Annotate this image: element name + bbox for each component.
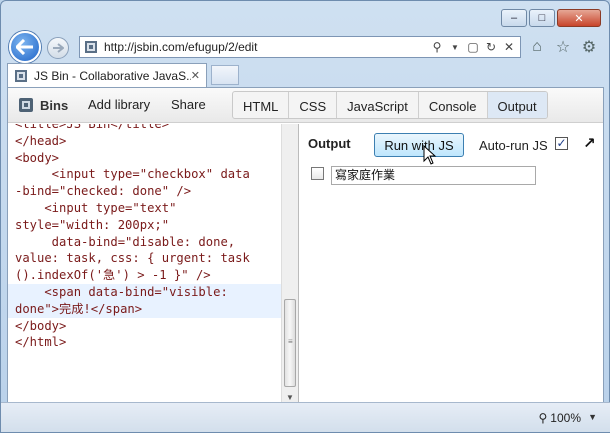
browser-window: – □ ✕ http://jsbin.com/efugup/2/edit ⚲ ▼… bbox=[0, 0, 610, 433]
window-caption-buttons: – □ ✕ bbox=[499, 9, 601, 27]
close-tab-icon[interactable]: ✕ bbox=[191, 69, 200, 82]
minimize-button[interactable]: – bbox=[501, 9, 527, 27]
code-line: <input type="checkbox" data bbox=[15, 167, 250, 182]
add-library-menu[interactable]: Add library bbox=[88, 97, 150, 112]
lock-icon: ▢ bbox=[467, 40, 479, 54]
task-input[interactable]: 寫家庭作業 bbox=[331, 166, 536, 185]
code-line: </body> bbox=[15, 318, 67, 333]
panel-tab-css[interactable]: CSS bbox=[289, 92, 338, 118]
home-icon[interactable]: ⌂ bbox=[527, 37, 547, 57]
popout-arrow-icon[interactable]: ↗ bbox=[583, 134, 596, 152]
search-icon[interactable]: ⚲ bbox=[429, 39, 445, 55]
code-line: </head> bbox=[15, 133, 67, 148]
output-label: Output bbox=[308, 136, 351, 151]
bins-label: Bins bbox=[40, 97, 69, 113]
code-line: -bind="checked: done" /> bbox=[15, 184, 192, 199]
autorun-label: Auto-run JS bbox=[479, 138, 548, 153]
panel-tab-javascript[interactable]: JavaScript bbox=[337, 92, 419, 118]
address-bar[interactable]: http://jsbin.com/efugup/2/edit ⚲ ▼ ▢ ↻ ✕ bbox=[79, 36, 521, 58]
tab-strip: JS Bin - Collaborative JavaS... ✕ bbox=[7, 63, 603, 87]
zoom-magnifier-icon: ⚲ bbox=[538, 411, 548, 425]
editor-scrollbar[interactable]: ≡ ▼ bbox=[281, 124, 298, 405]
code-line-active: <span data-bind="visible: bbox=[8, 283, 281, 301]
zoom-dropdown-icon[interactable]: ▼ bbox=[588, 412, 597, 422]
panel-toggle-group: HTML CSS JavaScript Console Output bbox=[232, 91, 548, 119]
autorun-checkbox[interactable]: ✓ bbox=[555, 137, 568, 150]
code-line: </html> bbox=[15, 335, 67, 350]
jsbin-favicon-icon bbox=[15, 69, 27, 82]
browser-tab[interactable]: JS Bin - Collaborative JavaS... ✕ bbox=[7, 63, 207, 87]
url-text: http://jsbin.com/efugup/2/edit bbox=[104, 40, 258, 54]
done-checkbox[interactable] bbox=[311, 167, 324, 180]
bins-menu[interactable]: Bins bbox=[18, 97, 68, 113]
maximize-icon: □ bbox=[538, 12, 546, 24]
scroll-down-icon[interactable]: ▼ bbox=[286, 393, 294, 402]
code-line: style="width: 200px;" bbox=[15, 217, 170, 232]
status-bar: ⚲ 100% ▼ bbox=[1, 402, 610, 432]
checkmark-icon: ✓ bbox=[556, 136, 567, 150]
star-icon[interactable]: ☆ bbox=[553, 37, 573, 57]
back-arrow-icon bbox=[16, 39, 33, 55]
forward-button[interactable] bbox=[47, 37, 69, 59]
grip-icon: ≡ bbox=[288, 337, 293, 346]
back-button[interactable] bbox=[9, 31, 41, 63]
page-content: Bins Add library Share HTML CSS JavaScri… bbox=[7, 87, 604, 405]
panel-tab-html[interactable]: HTML bbox=[233, 92, 290, 118]
panel-tab-output[interactable]: Output bbox=[487, 92, 547, 118]
html-editor[interactable]: <title>JS Bin</title> </head> <body> <in… bbox=[8, 124, 281, 405]
code-line: <input type="text" bbox=[15, 200, 177, 215]
jsbin-toolbar: Bins Add library Share HTML CSS JavaScri… bbox=[8, 88, 603, 123]
code-line: <title>JS Bin</title> bbox=[15, 124, 170, 131]
jsbin-logo-icon bbox=[19, 98, 33, 112]
mouse-cursor-icon bbox=[423, 145, 437, 165]
tab-title: JS Bin - Collaborative JavaS... bbox=[34, 68, 191, 83]
refresh-icon[interactable]: ↻ bbox=[483, 39, 499, 55]
share-menu[interactable]: Share bbox=[171, 97, 206, 112]
run-with-js-button[interactable]: Run with JS bbox=[374, 133, 464, 157]
forward-arrow-icon bbox=[53, 43, 64, 53]
stop-icon[interactable]: ✕ bbox=[501, 39, 517, 55]
zoom-level: 100% bbox=[550, 411, 581, 425]
maximize-button[interactable]: □ bbox=[529, 9, 555, 27]
close-icon: ✕ bbox=[574, 12, 584, 25]
new-tab-button[interactable] bbox=[211, 65, 239, 85]
output-panel: Output Run with JS Auto-run JS ✓ ↗ 寫家庭作業 bbox=[299, 124, 603, 405]
close-window-button[interactable]: ✕ bbox=[557, 9, 601, 27]
search-dropdown-icon[interactable]: ▼ bbox=[447, 39, 463, 55]
code-line: ().indexOf('急') > -1 }" /> bbox=[15, 268, 211, 283]
zoom-control[interactable]: ⚲ 100% bbox=[539, 411, 582, 425]
navigation-bar: http://jsbin.com/efugup/2/edit ⚲ ▼ ▢ ↻ ✕… bbox=[7, 31, 603, 63]
gear-icon[interactable]: ⚙ bbox=[579, 37, 599, 57]
code-line: <body> bbox=[15, 150, 60, 165]
code-line: value: task, css: { urgent: task bbox=[15, 251, 250, 266]
minimize-icon: – bbox=[510, 12, 518, 24]
jsbin-favicon-icon bbox=[85, 41, 97, 53]
panel-tab-console[interactable]: Console bbox=[419, 92, 488, 118]
scrollbar-thumb[interactable]: ≡ bbox=[284, 299, 296, 387]
code-line-active: done">完成!</span> bbox=[8, 300, 281, 318]
code-line: data-bind="disable: done, bbox=[15, 234, 236, 249]
